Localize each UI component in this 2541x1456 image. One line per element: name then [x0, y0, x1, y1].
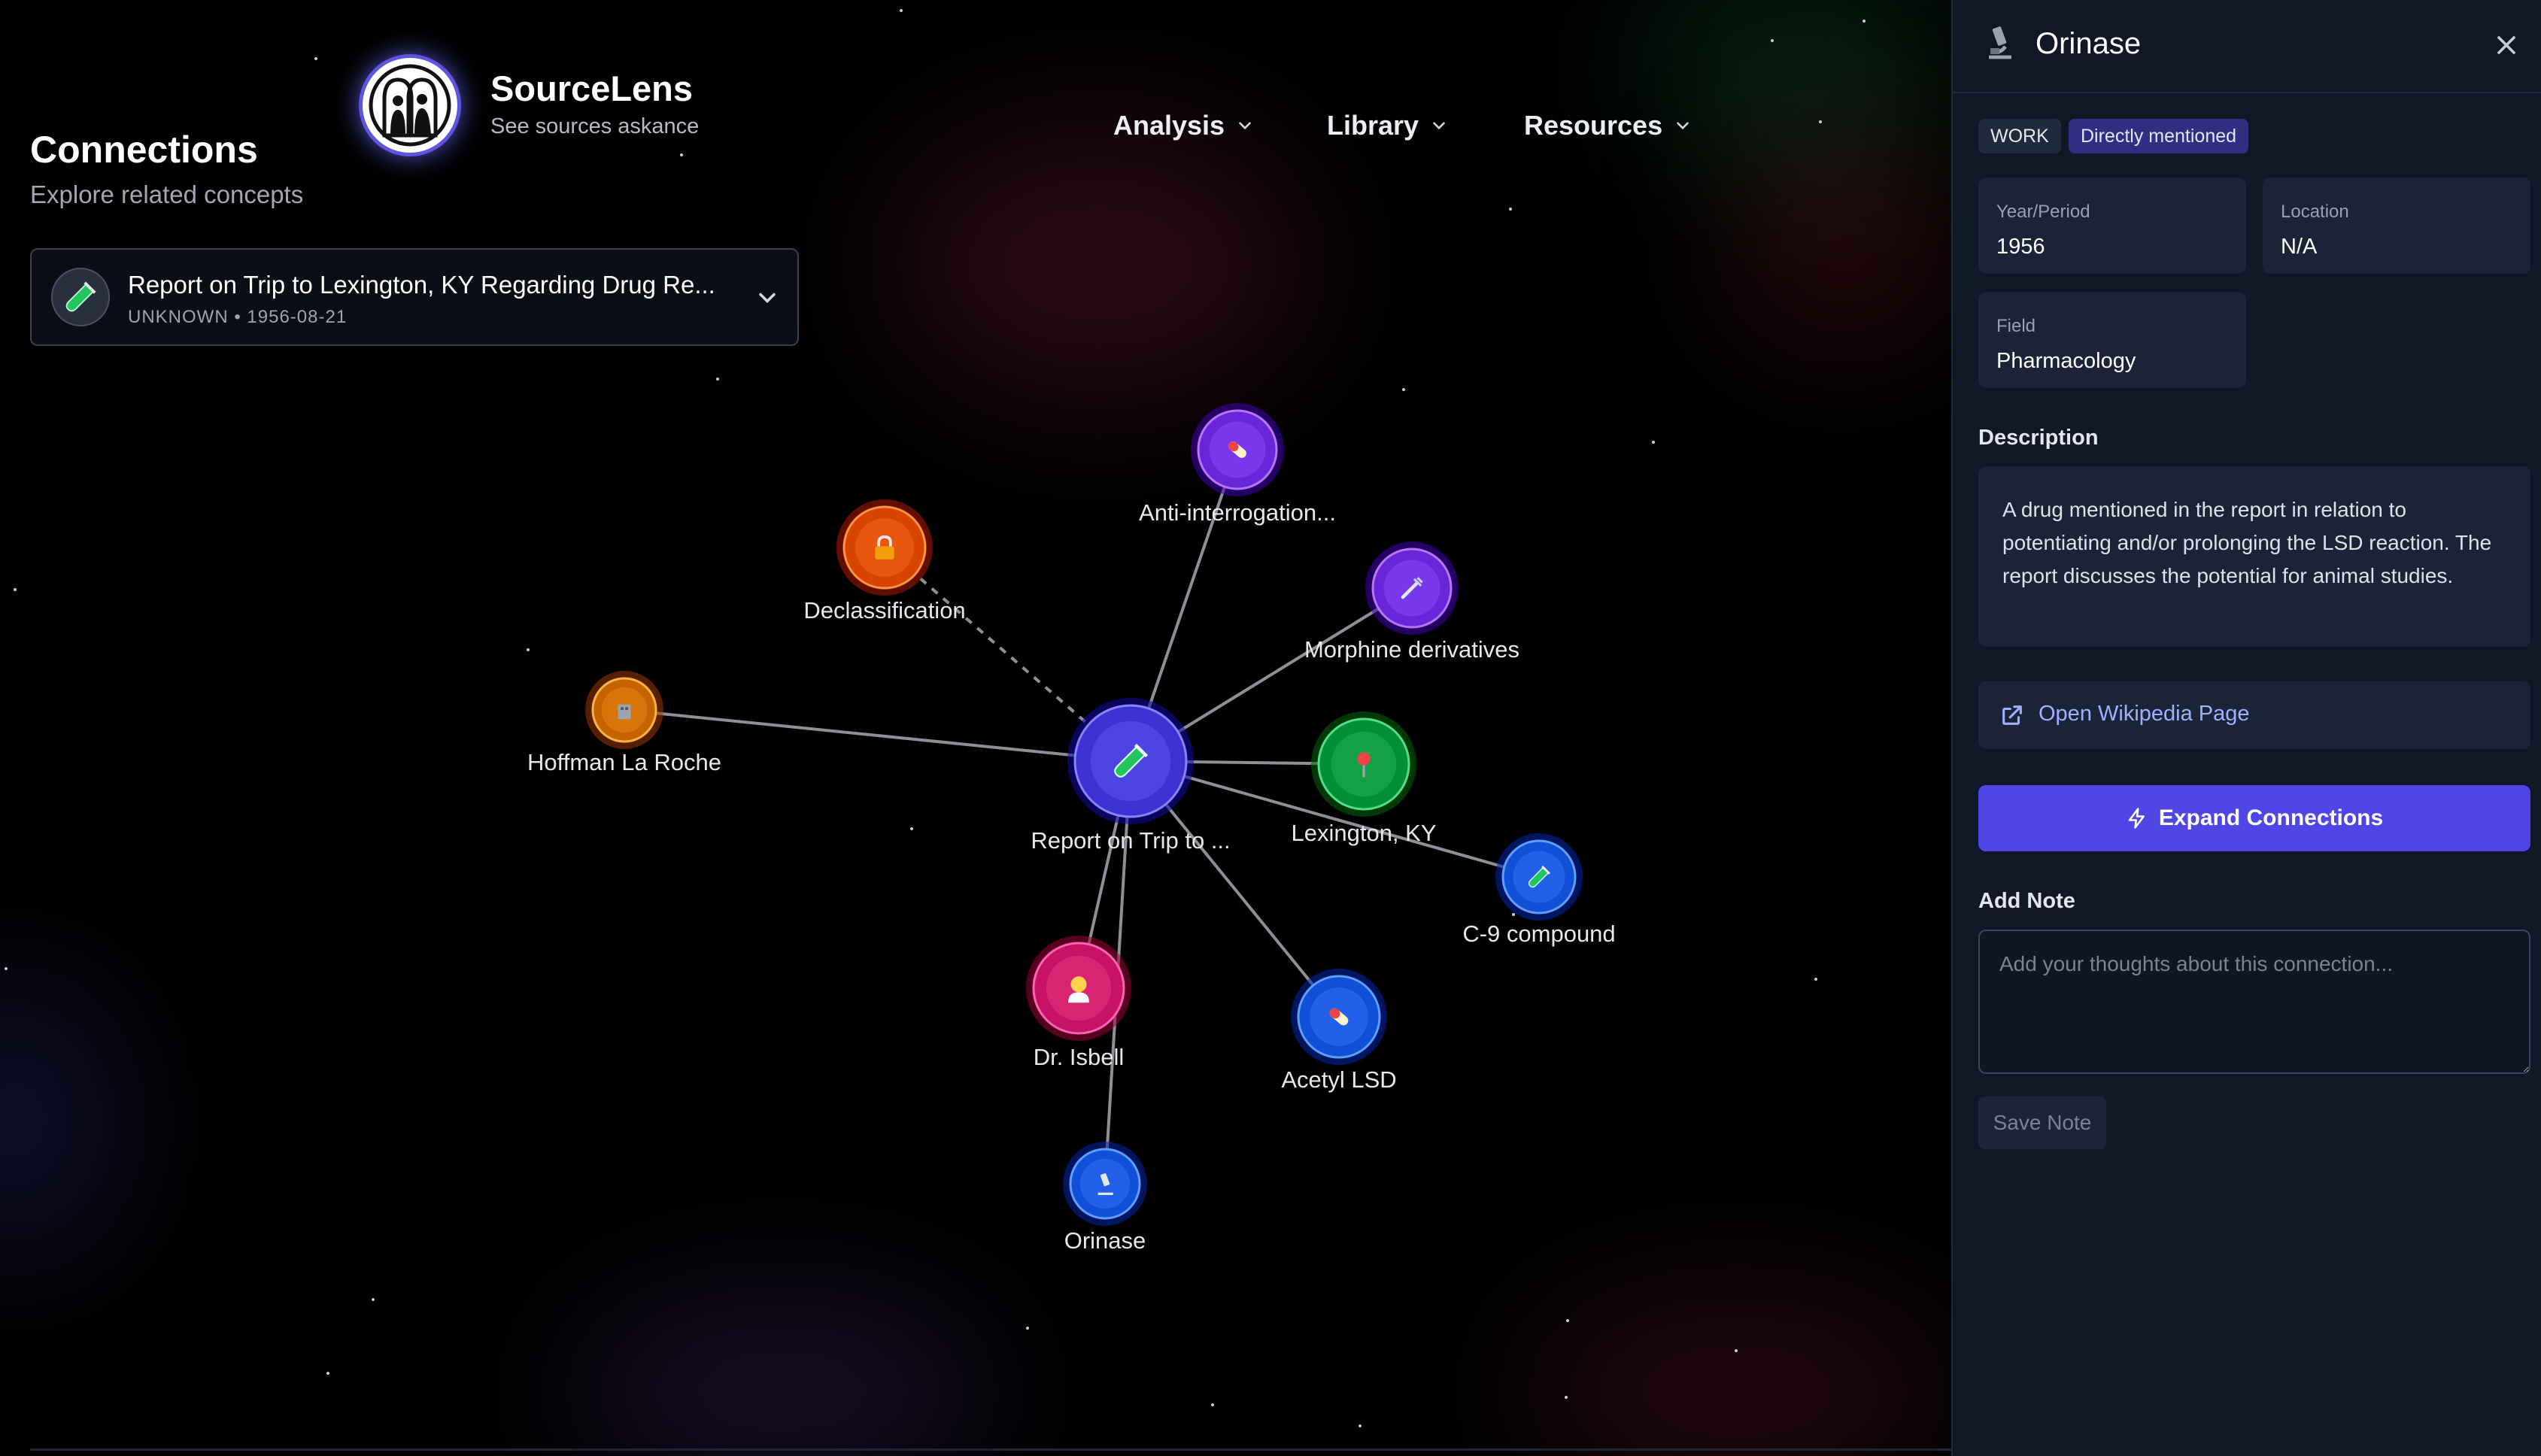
expand-connections-button[interactable]: Expand Connections: [1978, 785, 2530, 851]
document-selector[interactable]: Report on Trip to Lexington, KY Regardin…: [30, 248, 799, 346]
connection-graph[interactable]: Anti-interrogation... Declassification Mor…: [0, 0, 1951, 1456]
year-label: Year/Period: [1996, 202, 2090, 222]
node-label: Orinase: [1064, 1227, 1146, 1254]
test-tube-icon: [51, 268, 110, 326]
bottom-divider: [30, 1448, 1951, 1451]
node-orinase[interactable]: Orinase: [1063, 1142, 1147, 1254]
node-lexington[interactable]: Lexington, KY: [1291, 711, 1437, 846]
node-label: Hoffman La Roche: [527, 749, 721, 775]
field-label: Field: [1996, 316, 2036, 336]
chevron-down-icon: [1433, 122, 1445, 130]
location-card: Location N/A: [2263, 177, 2530, 274]
close-icon[interactable]: [2491, 30, 2521, 60]
page-subtitle: Explore related concepts: [30, 180, 304, 208]
logo-icon: [369, 64, 451, 147]
building-icon: [618, 704, 631, 720]
location-label: Location: [2281, 202, 2349, 222]
node-label: Anti-interrogation...: [1139, 499, 1336, 526]
nav-resources-label: Resources: [1524, 110, 1663, 141]
nav-library[interactable]: Library: [1327, 110, 1449, 141]
node-isbell[interactable]: Dr. Isbell: [1026, 936, 1131, 1070]
node-center[interactable]: Report on Trip to ...: [1031, 698, 1231, 854]
nav-analysis-label: Analysis: [1113, 110, 1225, 141]
document-date: 1956-08-21: [247, 307, 348, 327]
page-title: Connections: [30, 129, 258, 171]
node-acetyl[interactable]: Acetyl LSD: [1281, 969, 1397, 1093]
panel-title: Orinase: [2036, 27, 2142, 60]
expand-connections-label: Expand Connections: [2158, 805, 2384, 830]
mention-badge: Directly mentioned: [2069, 119, 2249, 153]
panel-header: Orinase: [1953, 0, 2541, 93]
node-c9[interactable]: C-9 compound: [1462, 833, 1616, 947]
save-note-button[interactable]: Save Note: [1978, 1097, 2106, 1149]
node-label: Lexington, KY: [1291, 820, 1436, 846]
node-label: Report on Trip to ...: [1031, 827, 1230, 854]
nav-analysis[interactable]: Analysis: [1113, 110, 1255, 141]
field-card: Field Pharmacology: [1978, 292, 2246, 388]
field-value: Pharmacology: [1996, 349, 2136, 373]
graph-canvas[interactable]: Anti-interrogation... Declassification Mor…: [0, 0, 1951, 1456]
year-card: Year/Period 1956: [1978, 177, 2246, 274]
detail-panel: Orinase WORK Directly mentioned Year/Per…: [1951, 0, 2541, 1456]
node-label: Dr. Isbell: [1034, 1044, 1125, 1070]
chevron-down-icon: [1239, 122, 1251, 130]
lightning-icon: [2128, 808, 2145, 829]
node-label: Acetyl LSD: [1281, 1066, 1396, 1093]
wikipedia-link[interactable]: Open Wikipedia Page: [1978, 681, 2530, 749]
document-type: UNKNOWN: [128, 307, 229, 327]
node-label: C-9 compound: [1462, 921, 1615, 947]
brand-logo[interactable]: [359, 54, 461, 156]
wikipedia-link-label: Open Wikipedia Page: [2039, 702, 2250, 726]
description-heading: Description: [1978, 426, 2099, 450]
node-hoffman[interactable]: Hoffman La Roche: [527, 671, 721, 775]
meta-separator: •: [234, 307, 241, 327]
external-link-icon: [2002, 705, 2022, 725]
document-meta: UNKNOWN • 1956-08-21: [128, 307, 347, 328]
brand-name[interactable]: SourceLens: [490, 68, 693, 109]
document-title: Report on Trip to Lexington, KY Regardin…: [128, 271, 715, 299]
location-value: N/A: [2281, 235, 2318, 259]
node-declass[interactable]: Declassification: [803, 499, 966, 623]
year-value: 1956: [1996, 235, 2045, 259]
microscope-icon: [1989, 26, 2011, 59]
node-label: Morphine derivatives: [1304, 636, 1519, 663]
node-morphine[interactable]: Morphine derivatives: [1304, 541, 1519, 663]
note-textarea[interactable]: [1978, 930, 2530, 1074]
nav-resources[interactable]: Resources: [1524, 110, 1692, 141]
chevron-down-icon[interactable]: [754, 284, 781, 311]
node-label: Declassification: [803, 597, 965, 623]
graph-nodes[interactable]: Anti-interrogation... Declassification Mor…: [527, 403, 1616, 1254]
nav-library-label: Library: [1327, 110, 1419, 141]
description-text: A drug mentioned in the report in relati…: [1978, 466, 2530, 647]
add-note-heading: Add Note: [1978, 889, 2075, 913]
brand-tagline: See sources askance: [490, 114, 700, 138]
chevron-down-icon: [1677, 122, 1689, 130]
node-anti[interactable]: Anti-interrogation...: [1139, 403, 1336, 526]
type-badge: WORK: [1978, 119, 2061, 153]
